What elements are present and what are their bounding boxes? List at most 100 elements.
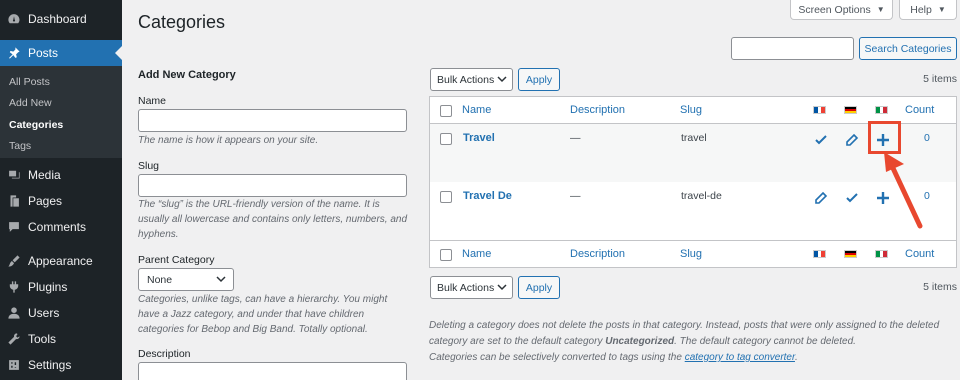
items-count-bottom: 5 items xyxy=(923,281,957,293)
pencil-icon[interactable] xyxy=(814,191,828,205)
comments-icon xyxy=(0,220,28,234)
checkmark-icon xyxy=(845,191,859,205)
submenu-add-new[interactable]: Add New xyxy=(9,97,52,109)
note-text: . The default category cannot be deleted… xyxy=(674,336,856,347)
screen-options-label: Screen Options xyxy=(798,3,871,16)
appearance-brush-icon xyxy=(0,254,28,268)
sidebar-item-users[interactable]: Users xyxy=(0,300,122,326)
annotation-arrow xyxy=(884,152,923,229)
row-checkbox[interactable] xyxy=(440,191,452,203)
bulk-actions-select-bottom[interactable]: Bulk Actions xyxy=(430,276,513,299)
sidebar-item-dashboard[interactable]: Dashboard xyxy=(0,6,122,32)
sidebar-item-label: Posts xyxy=(28,46,59,60)
sidebar-item-comments[interactable]: Comments xyxy=(0,214,122,240)
note-text: Categories can be selectively converted … xyxy=(429,352,685,363)
column-slug[interactable]: Slug xyxy=(680,248,702,260)
name-help-text: The name is how it appears on your site. xyxy=(138,135,319,146)
french-flag-icon xyxy=(813,250,826,258)
column-name[interactable]: Name xyxy=(462,248,491,260)
category-to-tag-converter-link[interactable]: category to tag converter xyxy=(685,352,795,363)
sidebar-item-posts[interactable]: Posts xyxy=(0,40,122,66)
description-field[interactable] xyxy=(138,362,407,380)
row-checkbox[interactable] xyxy=(440,133,452,145)
settings-icon xyxy=(0,358,28,372)
column-description[interactable]: Description xyxy=(570,248,625,260)
items-count-top: 5 items xyxy=(923,73,957,85)
sidebar-item-appearance[interactable]: Appearance xyxy=(0,248,122,274)
bulk-actions-label: Bulk Actions xyxy=(437,281,495,294)
bulk-actions-label: Bulk Actions xyxy=(437,73,495,86)
slug-field[interactable] xyxy=(138,174,407,197)
pushpin-icon xyxy=(0,46,28,60)
caret-down-icon: ▼ xyxy=(937,5,946,14)
sidebar-item-label: Tools xyxy=(28,332,57,346)
help-label: Help xyxy=(910,3,932,16)
posts-submenu: All Posts Add New Categories Tags xyxy=(0,66,122,158)
sidebar-item-label: Appearance xyxy=(28,254,93,268)
chevron-down-icon xyxy=(216,276,226,283)
french-flag-icon xyxy=(813,106,826,114)
page-title: Categories xyxy=(138,12,226,32)
column-slug[interactable]: Slug xyxy=(680,104,702,116)
sidebar-item-pages[interactable]: Pages xyxy=(0,188,122,214)
sidebar-item-plugins[interactable]: Plugins xyxy=(0,274,122,300)
add-new-category-heading: Add New Category xyxy=(138,69,236,81)
pages-icon xyxy=(0,194,28,208)
convert-tags-note: Categories can be selectively converted … xyxy=(429,350,959,366)
sidebar-item-media[interactable]: Media xyxy=(0,162,122,188)
parent-category-select[interactable]: None xyxy=(138,268,234,291)
apply-button-top[interactable]: Apply xyxy=(518,68,560,91)
caret-down-icon: ▼ xyxy=(876,5,885,14)
sidebar-item-label: Plugins xyxy=(28,280,68,294)
table-header: Name Description Slug Count xyxy=(430,97,956,124)
name-field[interactable] xyxy=(138,109,407,132)
sidebar-item-label: Settings xyxy=(28,358,72,372)
category-name-link[interactable]: Travel xyxy=(463,132,495,144)
delete-category-note: Deleting a category does not delete the … xyxy=(429,318,959,350)
sidebar-item-label: Users xyxy=(28,306,60,320)
help-button[interactable]: Help ▼ xyxy=(899,0,957,20)
column-count[interactable]: Count xyxy=(905,104,934,116)
column-name[interactable]: Name xyxy=(462,104,491,116)
media-icon xyxy=(0,168,28,182)
column-description[interactable]: Description xyxy=(570,104,625,116)
slug-label: Slug xyxy=(138,160,160,172)
sidebar-item-label: Dashboard xyxy=(28,12,87,26)
sidebar-item-label: Media xyxy=(28,168,61,182)
screen-options-button[interactable]: Screen Options ▼ xyxy=(790,0,893,20)
category-description: — xyxy=(570,132,581,144)
search-categories-button[interactable]: Search Categories xyxy=(859,37,957,60)
table-row: Travel De — travel-de 0 xyxy=(430,182,956,240)
parent-category-value: None xyxy=(147,273,173,286)
apply-button-bottom[interactable]: Apply xyxy=(518,276,560,299)
sidebar-item-tools[interactable]: Tools xyxy=(0,326,122,352)
italian-flag-icon xyxy=(875,106,888,114)
submenu-tags[interactable]: Tags xyxy=(9,140,31,152)
search-input[interactable] xyxy=(731,37,854,60)
parent-category-label: Parent Category xyxy=(138,254,215,266)
name-label: Name xyxy=(138,95,167,107)
submenu-all-posts[interactable]: All Posts xyxy=(9,76,50,88)
bulk-actions-select-top[interactable]: Bulk Actions xyxy=(430,68,513,91)
note-text: . xyxy=(794,352,798,363)
category-slug: travel-de xyxy=(681,190,722,202)
category-count-link[interactable]: 0 xyxy=(924,132,930,144)
sidebar-item-label: Comments xyxy=(28,220,87,234)
category-name-link[interactable]: Travel De xyxy=(463,190,512,202)
description-label: Description xyxy=(138,348,191,360)
sidebar-item-settings[interactable]: Settings xyxy=(0,352,122,378)
select-all-checkbox[interactable] xyxy=(440,105,452,117)
submenu-categories[interactable]: Categories xyxy=(9,119,63,131)
chevron-down-icon xyxy=(497,284,507,291)
select-all-checkbox[interactable] xyxy=(440,249,452,261)
uncategorized-text: Uncategorized xyxy=(605,336,675,347)
sidebar-item-label: Pages xyxy=(28,194,63,208)
column-count[interactable]: Count xyxy=(905,248,934,260)
admin-sidebar: Dashboard Posts All Posts Add New Catego… xyxy=(0,0,122,380)
pencil-icon[interactable] xyxy=(845,133,859,147)
german-flag-icon xyxy=(844,250,857,258)
dashboard-icon xyxy=(0,12,28,26)
german-flag-icon xyxy=(844,106,857,114)
parent-help-text: Categories, unlike tags, can have a hier… xyxy=(138,294,388,335)
chevron-down-icon xyxy=(497,76,507,83)
